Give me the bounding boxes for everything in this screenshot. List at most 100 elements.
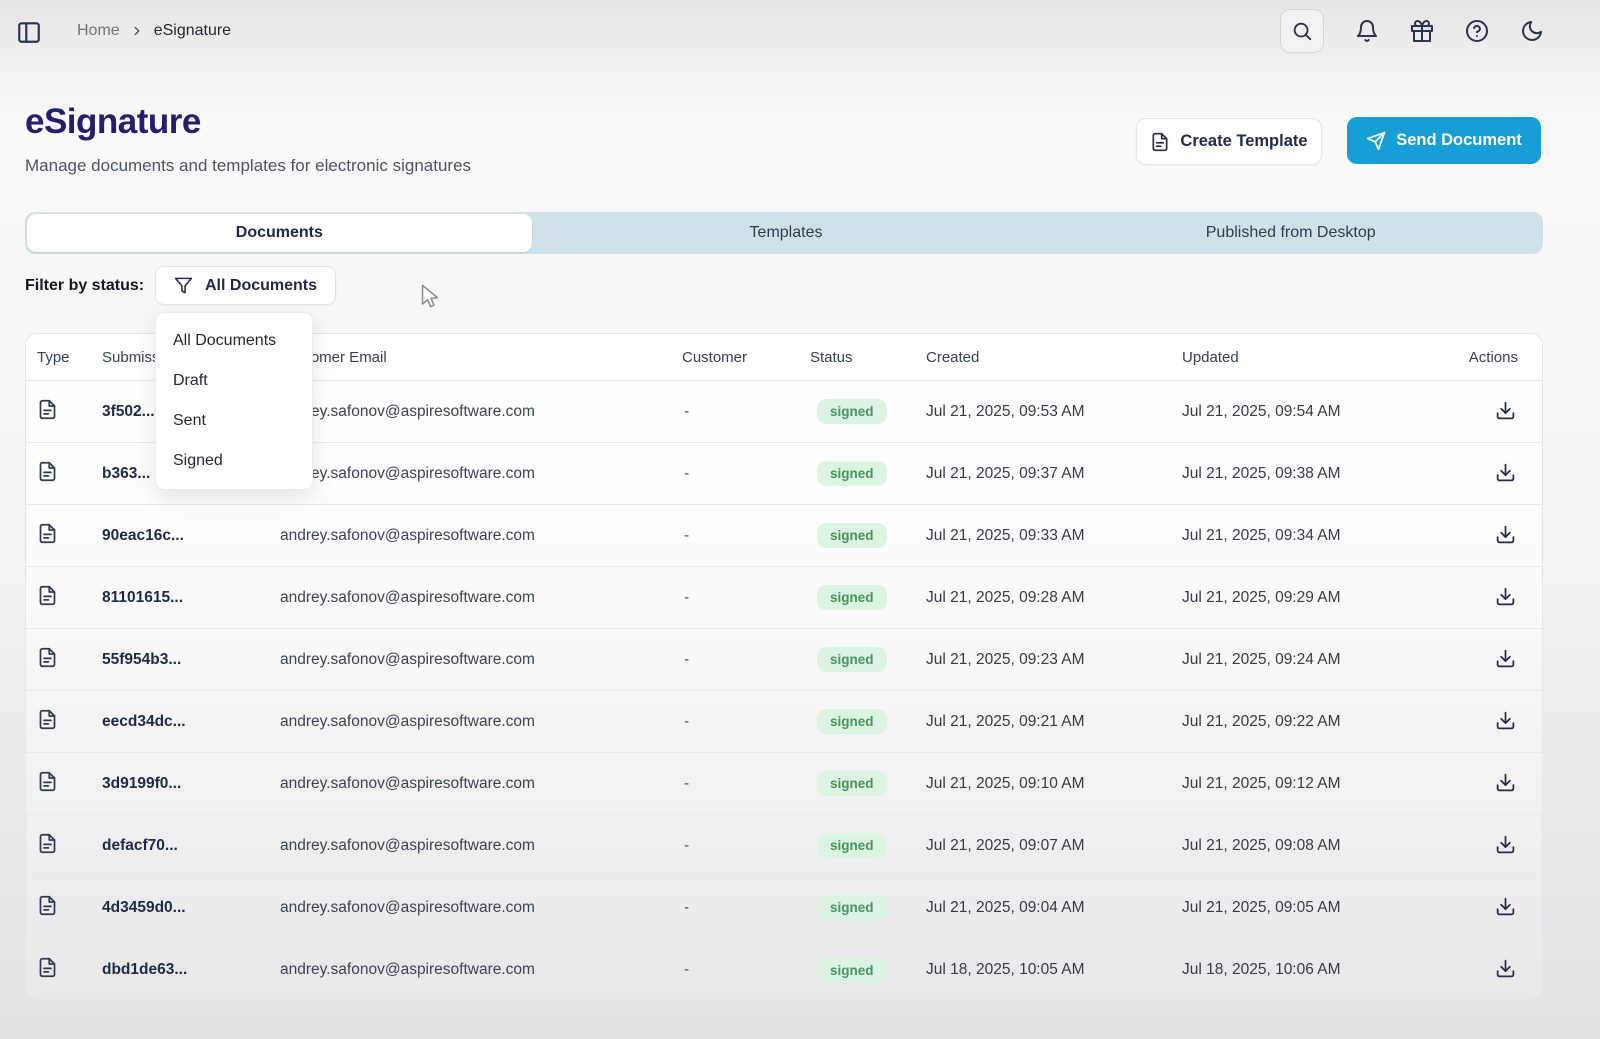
tab-published-from-desktop[interactable]: Published from Desktop [1038,212,1543,254]
file-text-icon [37,957,58,978]
customer-value: - [682,465,810,483]
updated-date: Jul 21, 2025, 09:22 AM [1182,713,1435,731]
updated-date: Jul 21, 2025, 09:54 AM [1182,403,1435,421]
search-icon[interactable] [1280,9,1324,53]
status-badge: signed [817,461,887,486]
submission-id: 3d9199f0... [102,775,280,793]
customer-value: - [682,961,810,979]
customer-value: - [682,527,810,545]
bell-icon[interactable] [1355,19,1379,43]
chevron-right-icon [130,24,144,38]
customer-email: andrey.safonov@aspiresoftware.com [280,961,682,979]
submission-id: eecd34dc... [102,713,280,731]
file-text-icon [37,399,58,420]
customer-value: - [682,651,810,669]
col-created: Created [926,349,1182,366]
created-date: Jul 21, 2025, 09:07 AM [926,837,1182,855]
customer-email: andrey.safonov@aspiresoftware.com [280,527,682,545]
status-badge: signed [817,709,887,734]
file-text-icon [37,523,58,544]
send-document-button[interactable]: Send Document [1347,117,1541,164]
submission-id: 4d3459d0... [102,899,280,917]
updated-date: Jul 21, 2025, 09:34 AM [1182,527,1435,545]
updated-date: Jul 21, 2025, 09:29 AM [1182,589,1435,607]
dark-mode-icon[interactable] [1520,19,1544,43]
download-button[interactable] [1493,894,1518,919]
top-bar: Home eSignature [0,0,1600,62]
customer-email: andrey.safonov@aspiresoftware.com [280,651,682,669]
funnel-icon [174,276,193,295]
sidebar-toggle-icon[interactable] [16,18,44,46]
status-badge: signed [817,585,887,610]
download-button[interactable] [1493,460,1518,485]
table-row[interactable]: defacf70... andrey.safonov@aspiresoftwar… [26,815,1542,877]
file-text-icon [37,647,58,668]
menu-item-draft[interactable]: Draft [156,361,312,401]
created-date: Jul 21, 2025, 09:04 AM [926,899,1182,917]
file-text-icon [37,709,58,730]
file-text-icon [37,585,58,606]
submission-id: dbd1de63... [102,961,280,979]
updated-date: Jul 21, 2025, 09:12 AM [1182,775,1435,793]
status-filter-value: All Documents [205,277,317,295]
menu-item-signed[interactable]: Signed [156,441,312,481]
create-template-button[interactable]: Create Template [1136,118,1322,165]
breadcrumb: Home eSignature [77,0,231,62]
created-date: Jul 21, 2025, 09:53 AM [926,403,1182,421]
download-button[interactable] [1493,770,1518,795]
download-button[interactable] [1493,398,1518,423]
breadcrumb-home-link[interactable]: Home [77,22,120,40]
customer-value: - [682,713,810,731]
table-row[interactable]: 90eac16c... andrey.safonov@aspiresoftwar… [26,505,1542,567]
download-button[interactable] [1493,832,1518,857]
tab-bar: Documents Templates Published from Deskt… [25,212,1543,254]
created-date: Jul 21, 2025, 09:21 AM [926,713,1182,731]
customer-email: andrey.safonov@aspiresoftware.com [280,837,682,855]
customer-email: andrey.safonov@aspiresoftware.com [280,465,682,483]
download-button[interactable] [1493,646,1518,671]
menu-item-sent[interactable]: Sent [156,401,312,441]
status-badge: signed [817,771,887,796]
customer-email: andrey.safonov@aspiresoftware.com [280,899,682,917]
topbar-actions [1280,0,1544,62]
breadcrumb-current: eSignature [154,22,231,40]
updated-date: Jul 21, 2025, 09:38 AM [1182,465,1435,483]
download-button[interactable] [1493,956,1518,981]
updated-date: Jul 21, 2025, 09:05 AM [1182,899,1435,917]
help-icon[interactable] [1465,19,1489,43]
status-badge: signed [817,647,887,672]
col-status: Status [810,349,926,366]
mouse-cursor [420,284,442,308]
page-subtitle: Manage documents and templates for elect… [25,156,471,176]
status-badge: signed [817,958,887,983]
download-button[interactable] [1493,584,1518,609]
download-button[interactable] [1493,522,1518,547]
customer-value: - [682,899,810,917]
send-icon [1366,131,1386,151]
send-document-label: Send Document [1396,131,1522,150]
file-text-icon [1150,132,1170,152]
tab-documents[interactable]: Documents [27,214,532,252]
file-text-icon [37,895,58,916]
table-row[interactable]: eecd34dc... andrey.safonov@aspiresoftwar… [26,691,1542,753]
customer-value: - [682,775,810,793]
gift-icon[interactable] [1410,19,1434,43]
col-updated: Updated [1182,349,1435,366]
table-row[interactable]: 4d3459d0... andrey.safonov@aspiresoftwar… [26,877,1542,939]
status-filter-menu: All Documents Draft Sent Signed [155,312,313,490]
created-date: Jul 21, 2025, 09:23 AM [926,651,1182,669]
col-customer-email: Customer Email [280,349,682,366]
status-badge: signed [817,833,887,858]
col-type: Type [26,349,102,366]
table-row[interactable]: 81101615... andrey.safonov@aspiresoftwar… [26,567,1542,629]
col-actions: Actions [1435,349,1542,366]
updated-date: Jul 21, 2025, 09:08 AM [1182,837,1435,855]
table-row[interactable]: 3d9199f0... andrey.safonov@aspiresoftwar… [26,753,1542,815]
table-row[interactable]: 55f954b3... andrey.safonov@aspiresoftwar… [26,629,1542,691]
file-text-icon [37,833,58,854]
table-row[interactable]: dbd1de63... andrey.safonov@aspiresoftwar… [26,939,1542,1000]
menu-item-all-documents[interactable]: All Documents [156,321,312,361]
status-filter-dropdown[interactable]: All Documents [155,266,336,305]
download-button[interactable] [1493,708,1518,733]
tab-templates[interactable]: Templates [534,212,1039,254]
